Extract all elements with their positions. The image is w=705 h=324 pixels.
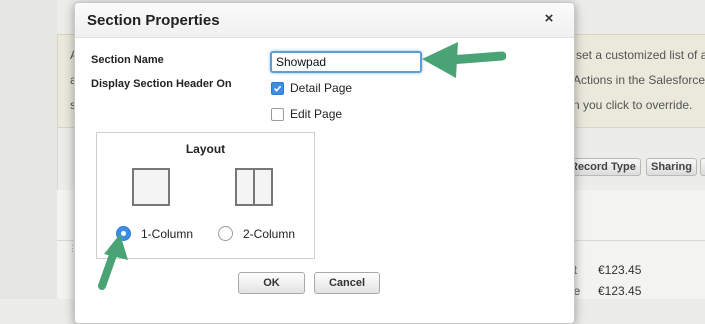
cancel-button[interactable]: Cancel xyxy=(314,272,380,294)
detail-page-option[interactable]: Detail Page xyxy=(271,81,352,95)
display-header-label: Display Section Header On xyxy=(91,78,232,90)
section-name-input[interactable] xyxy=(270,51,422,73)
background-price: €123.45 xyxy=(598,263,642,277)
two-column-radio[interactable] xyxy=(218,226,233,241)
two-column-icon xyxy=(235,168,273,206)
arrow-pointing-up-icon xyxy=(98,234,128,290)
two-column-option[interactable]: 2-Column xyxy=(218,226,295,241)
background-left-panel xyxy=(0,0,58,299)
close-icon[interactable]: × xyxy=(541,11,557,27)
partial-button[interactable] xyxy=(700,158,705,176)
dialog-title: Section Properties xyxy=(87,12,220,29)
one-column-label: 1-Column xyxy=(141,226,194,241)
edit-page-option[interactable]: Edit Page xyxy=(271,107,342,121)
detail-page-checkbox[interactable] xyxy=(271,81,284,95)
dialog-header: Section Properties × xyxy=(75,3,574,38)
background-text-line: set a customized list of a xyxy=(576,48,705,62)
edit-page-label: Edit Page xyxy=(290,107,343,121)
ok-button[interactable]: OK xyxy=(238,272,305,294)
section-name-label: Section Name xyxy=(91,54,164,66)
one-column-icon xyxy=(132,168,170,206)
record-type-button[interactable]: Record Type xyxy=(565,158,641,176)
checkmark-icon xyxy=(273,85,282,92)
background-text-line: Actions in the Salesforce xyxy=(573,73,705,87)
sharing-button[interactable]: Sharing xyxy=(646,158,697,176)
arrow-pointing-left-icon xyxy=(422,42,506,78)
background-price: €123.45 xyxy=(598,284,642,298)
two-column-label: 2-Column xyxy=(243,226,296,241)
edit-page-checkbox[interactable] xyxy=(271,107,284,121)
detail-page-label: Detail Page xyxy=(290,81,353,95)
background-text-line: n you click to override. xyxy=(573,98,693,112)
layout-title: Layout xyxy=(185,142,226,156)
